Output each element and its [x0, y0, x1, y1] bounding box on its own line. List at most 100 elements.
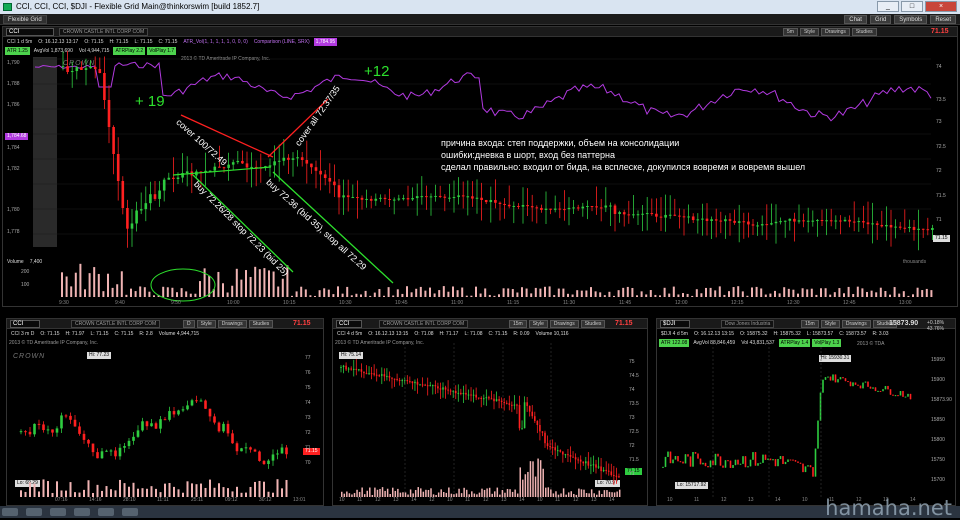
volume-bar — [231, 285, 234, 297]
volume-bar — [120, 271, 123, 297]
p1-volume-bar — [240, 492, 243, 497]
p2-volume-bar — [542, 468, 544, 497]
p3-axis-tick: 15850 — [931, 417, 945, 423]
p2-volume-bar — [494, 491, 496, 497]
p2-axis-tick: 71 — [629, 471, 635, 477]
main-candle — [273, 161, 276, 166]
p2-volume-bar — [392, 487, 394, 497]
window-controls: _ □ × — [877, 1, 957, 12]
p1-candle — [19, 431, 23, 433]
volume-bar — [654, 294, 657, 297]
p1-axis-tick: 70 — [305, 460, 311, 466]
main-candle — [710, 219, 713, 221]
p2-candle — [347, 368, 350, 370]
p2-price-chart[interactable] — [333, 319, 649, 507]
profit-19-label: + 19 — [135, 93, 165, 110]
main-candle — [802, 220, 805, 222]
taskbar-app-1[interactable] — [26, 508, 42, 516]
p3-candle — [894, 395, 897, 397]
p3-date-tick: 10 — [667, 497, 673, 503]
p3-candle — [687, 454, 689, 457]
p3-candle — [884, 386, 887, 390]
p1-candle — [186, 405, 189, 410]
p1-candle — [249, 447, 252, 450]
main-candle — [503, 203, 506, 205]
p1-candle — [109, 450, 113, 452]
volume-bar — [603, 295, 606, 297]
p2-candle — [424, 384, 426, 386]
p2-candle — [449, 390, 452, 392]
p2-candle — [378, 375, 381, 377]
volume-bar — [378, 289, 381, 297]
p1-candle — [271, 454, 275, 461]
time-tick: 12:30 — [787, 300, 800, 306]
volume-bar — [199, 281, 201, 297]
main-candle — [112, 127, 115, 154]
p2-volume-bar — [473, 493, 476, 497]
p2-candle — [582, 461, 585, 464]
taskbar-app-2[interactable] — [50, 508, 66, 516]
p3-price-chart[interactable] — [657, 319, 957, 507]
volume-bar — [268, 270, 270, 297]
p2-candle — [605, 469, 607, 471]
p3-candle — [742, 456, 744, 464]
main-candle — [517, 205, 520, 207]
main-candle — [250, 166, 253, 168]
volume-bar — [557, 288, 560, 297]
main-candle — [153, 194, 157, 199]
main-candle — [659, 216, 663, 218]
taskbar-app-3[interactable] — [74, 508, 90, 516]
p3-candle — [692, 452, 694, 467]
p3-candle — [869, 386, 872, 389]
p2-volume-bar — [560, 493, 562, 497]
volume-unit: thousands — [903, 259, 927, 265]
p2-volume-bar — [562, 488, 565, 497]
start-button[interactable] — [2, 508, 18, 516]
volume-bar — [309, 295, 312, 297]
p1-volume-bar — [218, 483, 220, 497]
p2-date-tick: 13 — [501, 497, 507, 503]
grid-button[interactable]: Grid — [869, 15, 892, 24]
p1-axis-tick: 71 — [305, 445, 311, 451]
close-button[interactable]: × — [925, 1, 957, 12]
main-candle — [848, 219, 851, 222]
maximize-button[interactable]: □ — [901, 1, 923, 12]
symbols-button[interactable]: Symbols — [894, 15, 928, 24]
p1-date-tick: 30:12 — [259, 497, 272, 503]
volume-bar — [902, 291, 905, 297]
p2-volume-bar — [435, 494, 437, 497]
p1-volume-bar — [128, 486, 130, 497]
p2-volume-bar — [534, 476, 537, 497]
p1-candle — [51, 429, 54, 433]
p3-candle — [722, 465, 724, 468]
p2-candle — [434, 385, 437, 387]
chat-button[interactable]: Chat — [844, 15, 867, 24]
p1-volume-bar — [42, 479, 45, 497]
volume-bar — [590, 287, 592, 297]
main-candle — [241, 160, 244, 164]
grid-tab[interactable]: Flexible Grid — [3, 15, 47, 24]
taskbar-app-5[interactable] — [122, 508, 138, 516]
p1-volume-bar — [146, 488, 148, 497]
main-candle — [696, 219, 700, 221]
reset-button[interactable]: Reset — [930, 15, 956, 24]
volume-bar — [787, 288, 790, 297]
volume-bar — [341, 293, 344, 297]
note-correct: сделал правильно: входил от бида, на всп… — [441, 162, 806, 172]
main-candle — [287, 157, 290, 160]
minimize-button[interactable]: _ — [877, 1, 899, 12]
p3-candle — [732, 465, 734, 468]
taskbar-app-4[interactable] — [98, 508, 114, 516]
volume-bar — [760, 288, 763, 297]
volume-bar — [456, 290, 459, 297]
main-candle — [107, 100, 111, 127]
p2-volume-bar — [407, 494, 409, 497]
p2-volume-bar — [422, 491, 425, 497]
main-candle — [218, 166, 221, 168]
main-candle — [411, 198, 414, 200]
p1-price-chart[interactable] — [7, 319, 325, 507]
p3-candle — [754, 452, 757, 466]
p2-candle — [483, 398, 485, 400]
p2-candle — [475, 394, 477, 398]
main-candle — [668, 214, 672, 216]
